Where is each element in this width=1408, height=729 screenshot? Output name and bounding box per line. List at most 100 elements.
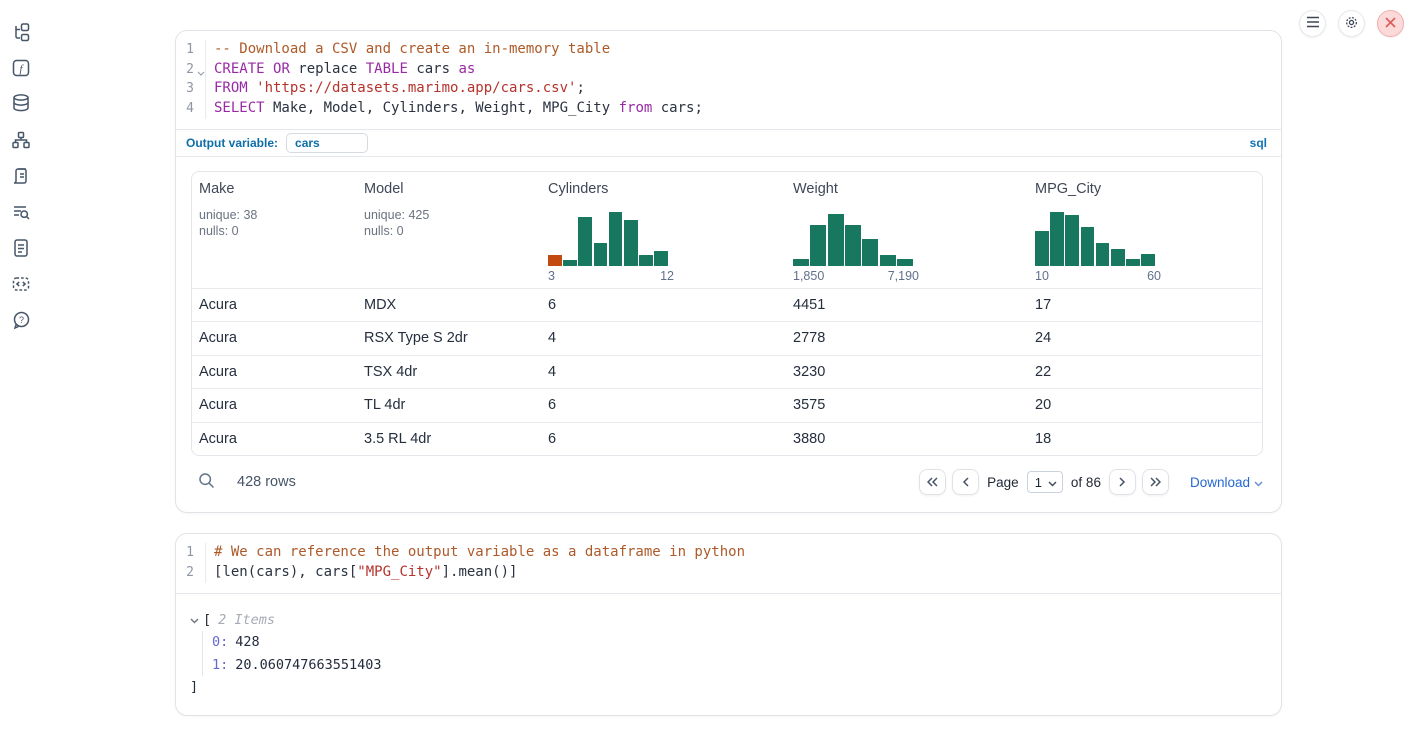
menu-button[interactable] xyxy=(1299,10,1326,37)
sidebar-item-logs[interactable] xyxy=(9,165,33,189)
pages-total-label: of 86 xyxy=(1071,475,1101,490)
histogram-bar xyxy=(1141,254,1155,266)
column-stats: unique: 38nulls: 0 xyxy=(199,207,357,240)
code-token: cars xyxy=(408,61,459,77)
output-variable-input[interactable] xyxy=(286,133,368,153)
search-button[interactable] xyxy=(198,472,215,492)
histogram-bar xyxy=(624,220,638,266)
tree-entries: 0:4281:20.060747663551403 xyxy=(190,631,1265,676)
line-number-text: 3 xyxy=(186,81,194,96)
code-token: cars; xyxy=(652,100,703,116)
file-tree-icon xyxy=(11,22,31,45)
axis-min-label: 10 xyxy=(1035,269,1049,283)
line-number-gutter: 1234 xyxy=(176,40,206,119)
histogram-bar xyxy=(578,217,592,266)
python-code-editor[interactable]: 12 # We can reference the output variabl… xyxy=(176,534,1281,592)
menu-icon xyxy=(1306,16,1320,31)
table-cell: RSX Type S 2dr xyxy=(357,322,541,355)
column-header-mpg_city[interactable]: MPG_City 1060 xyxy=(1028,172,1262,288)
tree-close-row: ] xyxy=(190,676,1265,699)
line-number-text: 1 xyxy=(186,42,194,57)
line-number-text: 4 xyxy=(186,101,194,116)
axis-min-label: 1,850 xyxy=(793,269,824,283)
download-label: Download xyxy=(1190,475,1250,490)
sidebar-item-snippets[interactable] xyxy=(9,273,33,297)
column-name: Make xyxy=(199,181,357,197)
code-token: TABLE xyxy=(366,61,408,77)
table-cell: 24 xyxy=(1028,322,1262,355)
column-name: MPG_City xyxy=(1035,181,1262,197)
table-row: Acura3.5 RL 4dr6388018 xyxy=(192,422,1262,456)
output-variable-label: Output variable: xyxy=(186,136,278,150)
table-cell: 6 xyxy=(541,389,786,422)
download-button[interactable]: Download xyxy=(1190,475,1263,490)
database-icon xyxy=(11,93,31,116)
settings-button[interactable] xyxy=(1338,10,1365,37)
code-token: -- Download a CSV and create an in-memor… xyxy=(214,41,610,57)
code-token xyxy=(248,80,256,96)
code-token: # We can reference the output variable a… xyxy=(214,544,745,560)
histogram-bars xyxy=(793,212,913,266)
histogram-bars xyxy=(1035,212,1155,266)
sidebar-item-help[interactable]: ? xyxy=(9,309,33,333)
sidebar-item-functions[interactable]: f xyxy=(9,57,33,81)
column-header-model[interactable]: Modelunique: 425nulls: 0 xyxy=(357,172,541,288)
page-select[interactable]: 1 xyxy=(1027,471,1063,493)
column-header-weight[interactable]: Weight1,8507,190 xyxy=(786,172,1028,288)
table-header-row: Make unique: 38nulls: 0Modelunique: 425nu… xyxy=(192,172,1262,288)
table-cell: 3880 xyxy=(786,423,1028,456)
chevron-right-icon xyxy=(1119,475,1126,490)
close-button[interactable] xyxy=(1377,10,1404,37)
table-row: AcuraMDX6445117 xyxy=(192,288,1262,322)
chevrons-right-icon xyxy=(1150,475,1161,490)
table-cell: Acura xyxy=(192,423,357,456)
scroll-icon xyxy=(11,166,31,189)
sidebar-item-file-tree[interactable] xyxy=(9,21,33,45)
table-row: AcuraRSX Type S 2dr4277824 xyxy=(192,321,1262,355)
tree-collapse-toggle[interactable] xyxy=(190,612,199,627)
close-icon xyxy=(1385,16,1396,31)
table-row: AcuraTL 4dr6357520 xyxy=(192,388,1262,422)
code-token: OR xyxy=(273,61,290,77)
tree-entry-value: 20.060747663551403 xyxy=(235,657,381,673)
axis-max-label: 12 xyxy=(660,269,674,283)
column-histogram: 312 xyxy=(548,212,786,288)
table-cell: 4 xyxy=(541,356,786,389)
window-controls xyxy=(1299,10,1404,37)
table-cell: 17 xyxy=(1028,289,1262,322)
code-token: from xyxy=(619,100,653,116)
column-header-cylinders[interactable]: Cylinders312 xyxy=(541,172,786,288)
language-badge: sql xyxy=(1250,136,1267,150)
open-bracket: [ xyxy=(203,612,211,628)
last-page-button[interactable] xyxy=(1142,469,1169,495)
table-cell: Acura xyxy=(192,389,357,422)
histogram-bar xyxy=(654,251,668,266)
code-line: -- Download a CSV and create an in-memor… xyxy=(214,40,703,60)
histogram-bar xyxy=(609,212,623,266)
line-number: 1 xyxy=(176,543,205,563)
sidebar: f ? xyxy=(0,0,44,729)
python-cell: 12 # We can reference the output variabl… xyxy=(175,533,1282,715)
line-number-gutter: 12 xyxy=(176,543,206,582)
dependency-graph-icon xyxy=(11,130,31,153)
sidebar-item-documentation[interactable] xyxy=(9,237,33,261)
sql-code-editor[interactable]: 1234 -- Download a CSV and create an in-… xyxy=(176,31,1281,129)
table-body: AcuraMDX6445117AcuraRSX Type S 2dr427782… xyxy=(192,288,1262,456)
prev-page-button[interactable] xyxy=(952,469,979,495)
code-token: SELECT xyxy=(214,100,265,116)
code-line: # We can reference the output variable a… xyxy=(214,543,745,563)
sidebar-item-dependency-graph[interactable] xyxy=(9,129,33,153)
next-page-button[interactable] xyxy=(1109,469,1136,495)
column-histogram: 1060 xyxy=(1035,212,1262,288)
chevrons-left-icon xyxy=(927,475,938,490)
table-cell: 4 xyxy=(541,322,786,355)
sidebar-item-search-logs[interactable] xyxy=(9,201,33,225)
line-number-text: 2 xyxy=(186,565,194,580)
table-cell: 4451 xyxy=(786,289,1028,322)
table-cell: 3.5 RL 4dr xyxy=(357,423,541,456)
first-page-button[interactable] xyxy=(919,469,946,495)
column-header-make[interactable]: Make unique: 38nulls: 0 xyxy=(192,172,357,288)
svg-text:?: ? xyxy=(19,315,24,325)
histogram-bar xyxy=(594,243,608,266)
sidebar-item-datasources[interactable] xyxy=(9,92,33,116)
